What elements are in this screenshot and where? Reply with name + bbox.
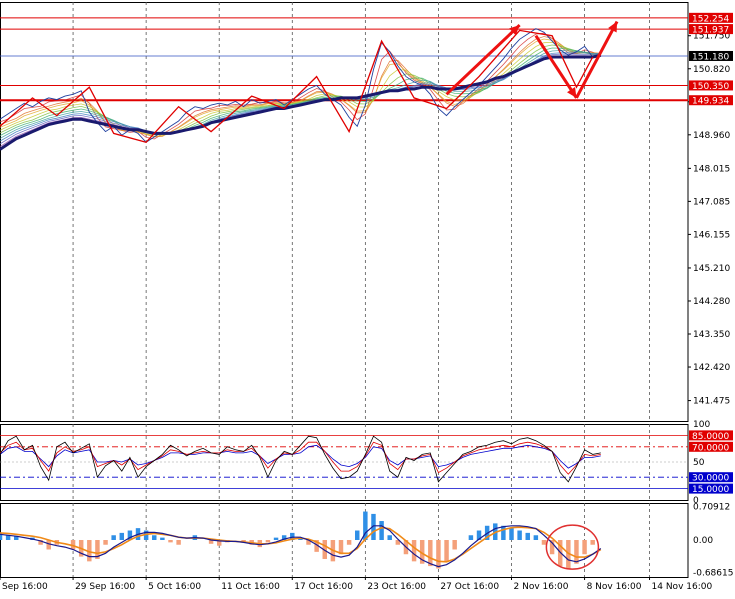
macd-histogram-bar xyxy=(152,535,157,540)
x-tick-label: Sep 16:00 xyxy=(2,582,48,592)
period-separators xyxy=(72,2,650,577)
macd-histogram-bar xyxy=(525,532,530,540)
macd-histogram-bar xyxy=(509,528,514,540)
macd-histogram-bar xyxy=(428,540,433,567)
current-price-label: 151.180 xyxy=(692,52,729,62)
price-y-tick-label: 143.350 xyxy=(693,330,730,340)
price-y-tick-label: 150.820 xyxy=(693,65,730,75)
macd-histogram-bar xyxy=(541,540,547,545)
series-lines xyxy=(0,28,602,569)
macd-histogram-bar xyxy=(574,540,579,564)
x-tick-label: 17 Oct 16:00 xyxy=(294,582,353,592)
trading-chart: 151.750150.820149.890148.960148.015147.0… xyxy=(0,2,733,592)
y-axis-labels: 151.750150.820149.890148.960148.015147.0… xyxy=(688,32,733,579)
macd-histogram-bar xyxy=(273,537,279,540)
price-y-tick-label: 145.210 xyxy=(693,264,730,274)
x-tick-label: 27 Oct 16:00 xyxy=(440,582,499,592)
price-y-tick-label: 142.420 xyxy=(693,363,730,373)
price-y-tick-label: 147.085 xyxy=(693,197,730,207)
macd-histogram-bar xyxy=(168,540,173,543)
macd-histogram-bar xyxy=(265,540,271,543)
ma-ribbon-line xyxy=(0,52,601,142)
price-y-tick-label: 148.015 xyxy=(693,164,730,174)
price-level-label: 152.254 xyxy=(692,14,729,24)
x-tick-label: 14 Nov 16:00 xyxy=(652,582,713,592)
price-y-tick-label: 141.475 xyxy=(693,397,730,407)
macd-histogram-bar xyxy=(452,540,457,550)
macd-histogram-bar xyxy=(411,540,417,562)
macd-histogram-bar xyxy=(379,521,384,540)
macd-histogram-bar xyxy=(517,530,522,540)
macd-histogram-bar xyxy=(533,535,539,540)
macd-histogram-bar xyxy=(582,540,587,555)
rsi-line xyxy=(0,435,601,483)
x-tick-label: 2 Nov 16:00 xyxy=(514,582,569,592)
x-tick-label: 23 Oct 16:00 xyxy=(367,582,426,592)
rsi-level-label: 30.0000 xyxy=(692,474,729,484)
macd-histogram-bar xyxy=(387,535,392,540)
macd-histogram-bar xyxy=(355,530,360,540)
macd-y-tick-label: 0.70912 xyxy=(693,502,730,512)
x-axis-labels: Sep 16:00 29 Sep 16:00 5 Oct 16:00 11 Oct 1… xyxy=(0,577,712,592)
price-level-label: 150.350 xyxy=(692,82,729,92)
arrow-annotations xyxy=(445,20,619,570)
macd-histogram-bar xyxy=(436,540,441,569)
chart-root: 151.750150.820149.890148.960148.015147.0… xyxy=(0,0,735,595)
macd-histogram-bar xyxy=(501,525,506,540)
rsi-y-tick-label: 100 xyxy=(693,420,710,430)
x-tick-label: 11 Oct 16:00 xyxy=(221,582,280,592)
zigzag-line xyxy=(0,29,594,144)
macd-histogram-bar xyxy=(160,537,165,540)
macd-histogram-bar xyxy=(103,540,108,545)
x-tick-label: 29 Sep 16:00 xyxy=(75,582,135,592)
macd-histogram-bar xyxy=(119,532,125,540)
zigzag-lines xyxy=(0,29,594,144)
rsi-level-label: 85.0000 xyxy=(692,432,729,442)
price-y-tick-label: 146.155 xyxy=(693,230,730,240)
x-tick-label: 5 Oct 16:00 xyxy=(148,582,201,592)
macd-histogram-bar xyxy=(111,535,116,540)
macd-histogram-bar xyxy=(444,540,449,562)
rsi-level-label: 15.0000 xyxy=(692,485,729,495)
macd-histogram-bar xyxy=(468,535,474,540)
rsi-level-label: 70.0000 xyxy=(692,443,729,453)
arrow-shaft xyxy=(575,20,619,99)
price-y-tick-label: 144.280 xyxy=(693,297,730,307)
macd-y-tick-label: 0.00 xyxy=(693,536,713,546)
macd-histogram-bar xyxy=(346,540,352,545)
x-tick-label: 8 Nov 16:00 xyxy=(587,582,642,592)
macd-histogram-bar xyxy=(176,540,181,545)
macd-y-tick-label: -0.68615 xyxy=(693,569,733,579)
price-y-tick-label: 148.960 xyxy=(693,131,730,141)
price-level-label: 149.934 xyxy=(692,97,729,107)
rsi-y-tick-label: 50 xyxy=(693,458,705,468)
price-level-label: 151.937 xyxy=(692,26,729,36)
macd-histogram-bar xyxy=(590,540,595,545)
